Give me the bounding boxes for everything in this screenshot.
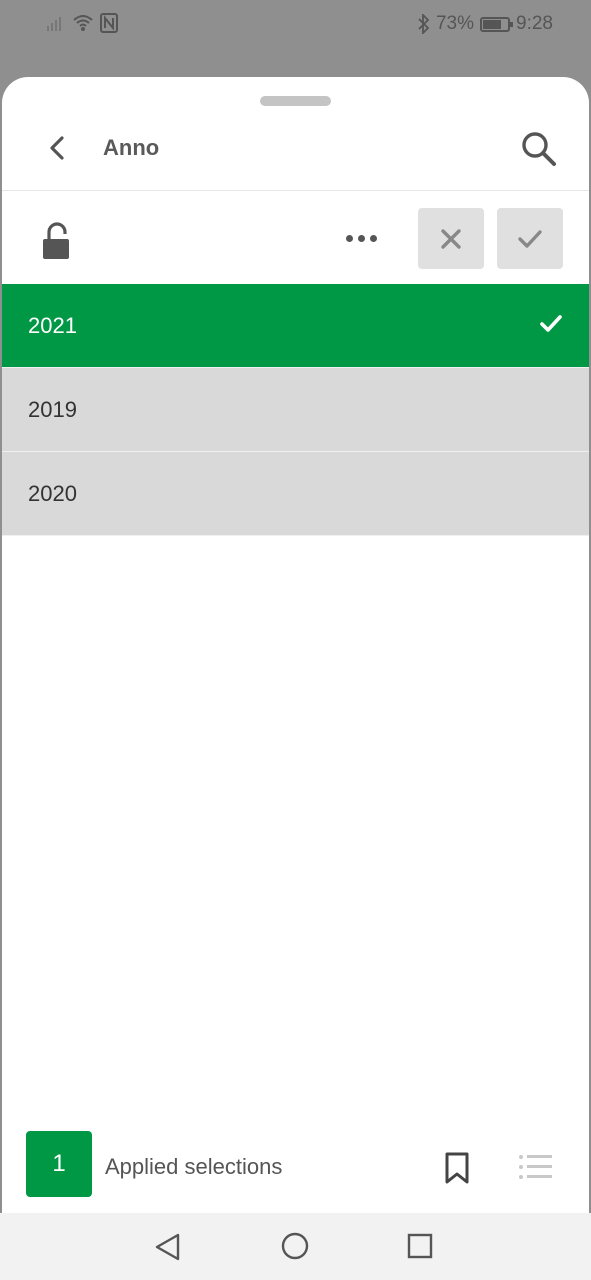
unlock-icon [43, 222, 69, 259]
selection-toolbar [2, 192, 589, 284]
cancel-selection-button[interactable] [418, 208, 484, 269]
system-nav-bar [0, 1213, 591, 1280]
selections-list-button[interactable] [518, 1153, 558, 1185]
more-dot-icon [345, 234, 353, 242]
check-icon [518, 229, 542, 248]
bookmark-icon [445, 1152, 469, 1184]
list-item[interactable]: 2020 [2, 452, 589, 536]
status-bar: 73% 9:28 [0, 0, 591, 50]
applied-selections-bar: 1 Applied selections [2, 1131, 589, 1213]
search-button[interactable] [519, 129, 559, 169]
list-icon [519, 1155, 552, 1179]
more-dot-icon [357, 234, 365, 242]
selection-count-badge[interactable]: 1 [26, 1131, 92, 1197]
sheet-header: Anno [2, 115, 589, 191]
bluetooth-icon [418, 14, 430, 34]
drag-handle[interactable] [260, 96, 331, 106]
confirm-selection-button[interactable] [497, 208, 563, 269]
nav-back-icon[interactable] [152, 1231, 184, 1263]
page-title: Anno [103, 135, 160, 160]
status-icons-left [46, 13, 118, 33]
nav-home-icon[interactable] [280, 1231, 310, 1261]
nfc-icon [100, 13, 118, 33]
list-item-label: 2020 [28, 480, 77, 506]
list-item-label: 2019 [28, 396, 77, 422]
applied-selections-label[interactable]: Applied selections [105, 1154, 282, 1180]
list-item[interactable]: 2021 [2, 284, 589, 368]
signal-icon [47, 17, 61, 31]
selection-sheet: Anno 2021 2019 2020 1 Applied selections [2, 77, 589, 1280]
lock-button[interactable] [38, 222, 74, 262]
close-icon [441, 228, 461, 249]
list-item[interactable]: 2019 [2, 368, 589, 452]
chevron-left-icon [50, 136, 64, 160]
nav-recent-apps-icon[interactable] [406, 1232, 434, 1260]
battery-icon [480, 16, 514, 32]
check-icon [540, 315, 562, 332]
list-item-label: 2021 [28, 312, 77, 338]
bookmark-button[interactable] [442, 1151, 476, 1187]
wifi-icon [73, 15, 93, 31]
value-list: 2021 2019 2020 [2, 284, 589, 536]
search-icon [522, 132, 556, 166]
more-options-button[interactable] [340, 226, 382, 250]
back-button[interactable] [40, 131, 74, 165]
status-icons-right: 73% 9:28 [418, 13, 553, 35]
more-dot-icon [369, 234, 377, 242]
battery-percent: 73% [435, 13, 475, 34]
clock: 9:28 [516, 13, 553, 34]
